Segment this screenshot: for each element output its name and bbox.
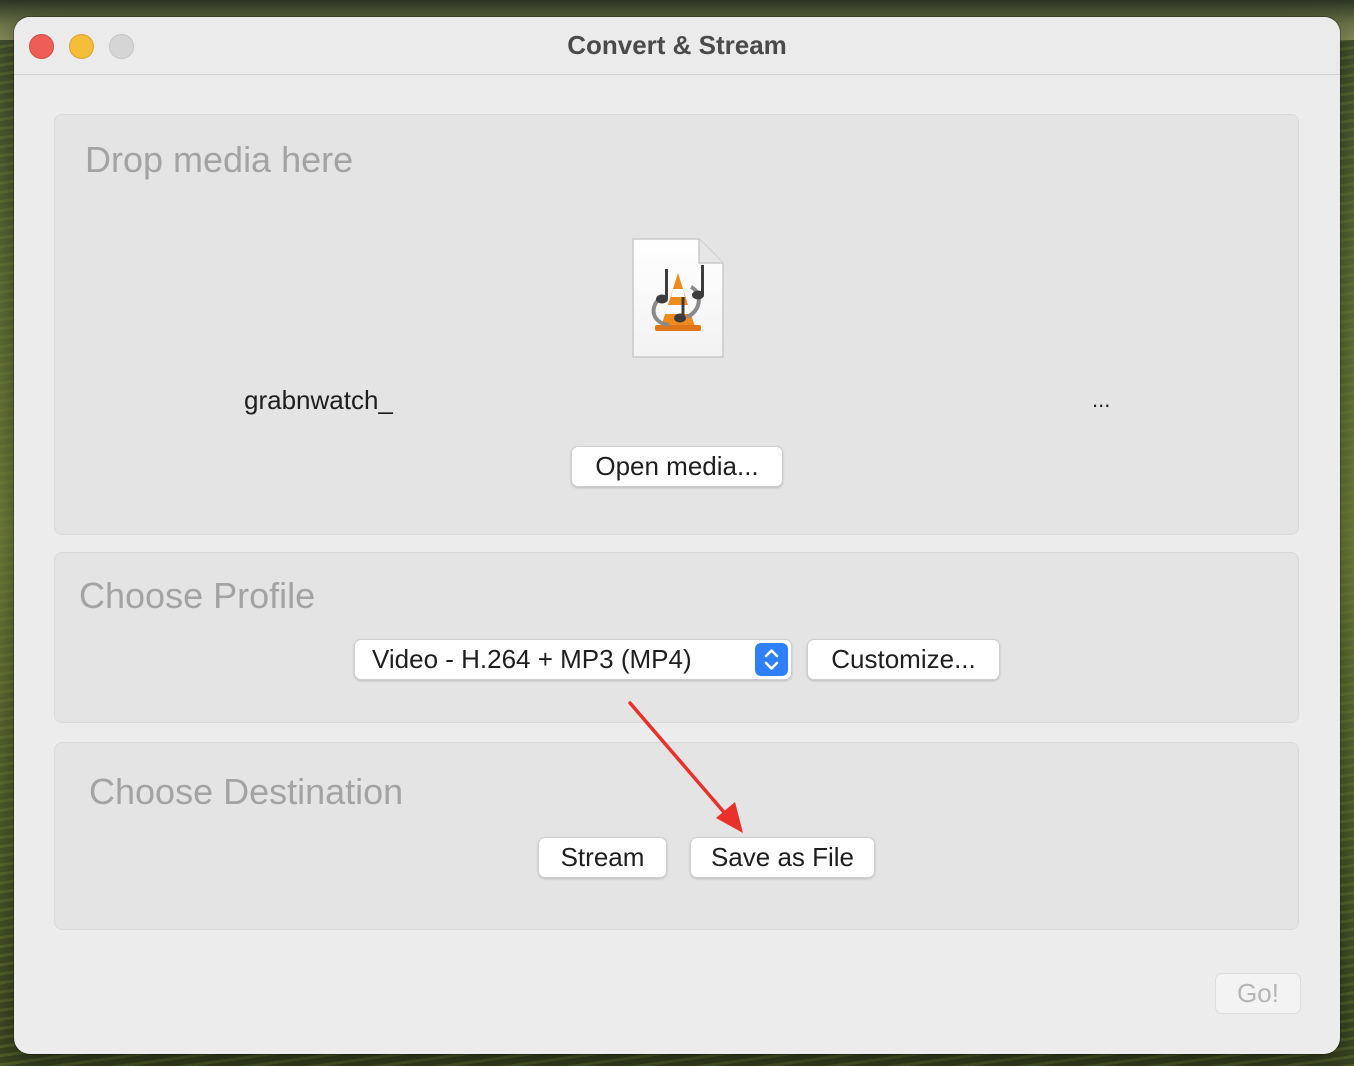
save-as-file-button[interactable]: Save as File bbox=[690, 837, 875, 878]
convert-stream-window: Convert & Stream Drop media here grabnwa… bbox=[14, 17, 1340, 1054]
select-stepper-icon bbox=[755, 643, 788, 676]
drop-media-label: Drop media here bbox=[85, 139, 354, 180]
choose-destination-label: Choose Destination bbox=[89, 771, 404, 812]
stream-button[interactable]: Stream bbox=[538, 837, 667, 878]
media-filename-ellipsis: ... bbox=[1092, 387, 1111, 412]
profile-select[interactable]: Video - H.264 + MP3 (MP4) bbox=[354, 639, 792, 680]
customize-profile-button[interactable]: Customize... bbox=[807, 639, 1000, 680]
choose-profile-label: Choose Profile bbox=[79, 575, 316, 616]
profile-select-value: Video - H.264 + MP3 (MP4) bbox=[372, 644, 692, 674]
media-filename: grabnwatch_ bbox=[244, 385, 393, 415]
open-media-button[interactable]: Open media... bbox=[571, 446, 783, 487]
window-title: Convert & Stream bbox=[567, 30, 787, 60]
vlc-media-file-icon bbox=[632, 238, 724, 358]
go-button[interactable]: Go! bbox=[1215, 973, 1301, 1014]
drop-media-panel[interactable]: Drop media here grabnwatch_ ... Open med… bbox=[54, 114, 1299, 535]
choose-destination-panel: Choose Destination Stream Save as File bbox=[54, 742, 1299, 930]
choose-profile-panel: Choose Profile Video - H.264 + MP3 (MP4)… bbox=[54, 552, 1299, 723]
title-bar: Convert & Stream bbox=[14, 17, 1340, 75]
